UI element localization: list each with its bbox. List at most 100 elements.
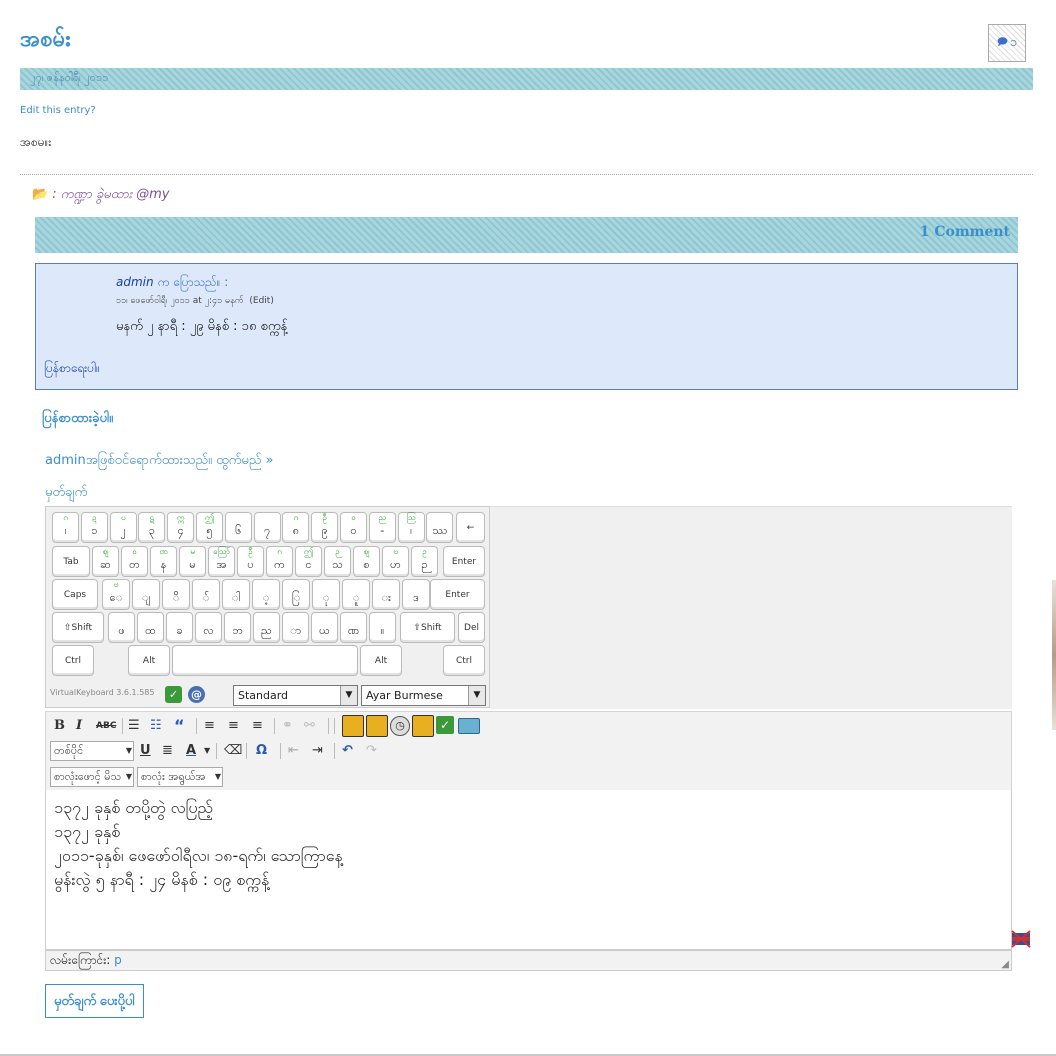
keyboard-key[interactable]: ူ	[342, 579, 370, 610]
keyboard-key[interactable]: ဦ၉	[311, 512, 339, 543]
keyboard-layout-select[interactable]: Standard ▼	[233, 685, 358, 706]
comment-editor[interactable]: ၁၃၇၂ ခုနှစ် တပို့တွဲ လပြည့် ၁၃၇၂ ခုနှစ် …	[45, 790, 1012, 950]
blockquote-icon[interactable]: “	[174, 718, 185, 734]
keyboard-key[interactable]: ထ	[137, 612, 164, 643]
keyboard-key[interactable]: ာ	[282, 612, 309, 643]
checkmark-icon[interactable]: ✓	[436, 716, 454, 734]
keyboard-key[interactable]: ဉသ	[324, 546, 351, 577]
keyboard-key[interactable]: ဒ	[402, 579, 430, 610]
bullet-list-icon[interactable]: ☰	[128, 718, 140, 734]
backspace-key[interactable]: ←	[456, 512, 485, 543]
align-left-icon[interactable]: ≡	[204, 718, 215, 734]
flag-icon[interactable]	[1011, 930, 1031, 948]
comment-author[interactable]: admin	[116, 275, 154, 289]
align-center-icon[interactable]: ≡	[228, 718, 239, 734]
keyboard-key[interactable]: ဝတ	[121, 546, 148, 577]
keyboard-key[interactable]: ဗဟ	[382, 546, 409, 577]
comment-date[interactable]: ၁၁၊ ဖေဖော်ဝါရီ၊ ၂၀၁၁ at ၂:၄၁ မနက်	[116, 296, 244, 306]
keyboard-key[interactable]: ။	[369, 612, 396, 643]
space-key[interactable]	[172, 645, 358, 676]
keyboard-key[interactable]: ဥဉ	[411, 546, 438, 577]
justify-icon[interactable]: ≣	[162, 743, 173, 759]
keyboard-key[interactable]: ု	[312, 579, 340, 610]
shift-key-right[interactable]: ⇧Shift	[400, 612, 455, 643]
tab-key[interactable]: Tab	[52, 546, 90, 577]
keyboard-key[interactable]: ဏ	[340, 612, 367, 643]
edit-entry-link[interactable]: Edit this entry?	[20, 105, 96, 116]
keyboard-key[interactable]: ဈစ	[353, 546, 380, 577]
keyboard-key[interactable]: ်	[192, 579, 220, 610]
comment-count-badge[interactable]: 🗩 ၁	[988, 24, 1026, 62]
outdent-icon[interactable]: ⇤	[288, 743, 299, 759]
format-select[interactable]: တစ်ပိုင် ▼	[50, 741, 134, 761]
keyboard-key[interactable]: ြ	[282, 579, 310, 610]
keyboard-key[interactable]: ဤ၅	[196, 512, 223, 543]
post-title[interactable]: အစမ်း	[20, 24, 71, 57]
clock-icon[interactable]: ◷	[390, 716, 410, 736]
keyboard-key[interactable]: ဘ	[224, 612, 251, 643]
underline-button[interactable]: U	[140, 743, 151, 759]
comment-reply-link[interactable]: ပြန်စာရေးပါ။	[44, 360, 100, 378]
redo-icon[interactable]: ↷	[366, 743, 377, 759]
ctrl-key-right[interactable]: Ctrl	[443, 645, 485, 676]
keyboard-toggle-icon[interactable]	[458, 718, 480, 734]
keyboard-key[interactable]: ဂ၈	[282, 512, 310, 543]
keyboard-key[interactable]: လ	[195, 612, 222, 643]
unlink-icon[interactable]: ⚯	[304, 718, 315, 734]
keyboard-key[interactable]: ဎ၂	[109, 512, 137, 543]
shift-key-left[interactable]: ⇧Shift	[52, 612, 104, 643]
keyboard-key[interactable]: မမ	[179, 546, 206, 577]
comment-edit-link[interactable]: (Edit)	[249, 296, 273, 306]
keyboard-key[interactable]: ဦပ	[237, 546, 264, 577]
keyboard-key[interactable]: ဝ၀	[340, 512, 367, 543]
keyboard-key[interactable]: ည-	[368, 512, 396, 543]
calendar-icon[interactable]	[342, 715, 364, 737]
status-path-element[interactable]: p	[114, 953, 122, 967]
calendar-icon[interactable]	[366, 715, 388, 737]
keyboard-key[interactable]: ဣ၄	[167, 512, 195, 543]
undo-icon[interactable]: ↶	[342, 743, 353, 759]
category-link[interactable]: : ကဏ္ဍာ ခွဲမထား @my	[52, 187, 169, 202]
caps-lock-key[interactable]: Caps Lock	[52, 579, 98, 631]
keyboard-key[interactable]: ဩ၊	[397, 512, 425, 543]
keyboard-key[interactable]: ဍ၁	[80, 512, 108, 543]
enter-key[interactable]: Enter	[430, 579, 485, 610]
keyboard-key[interactable]: ဤင	[295, 546, 322, 577]
keyboard-key[interactable]: း	[372, 579, 400, 610]
eraser-icon[interactable]: ⌫	[224, 743, 242, 759]
calendar-icon[interactable]	[412, 715, 434, 737]
logged-in-status[interactable]: adminအဖြစ်ဝင်ရောက်ထားသည်။ ထွက်မည် »	[45, 452, 273, 471]
font-family-select[interactable]: စာလုံးဖောင့် မိသ ▼	[50, 767, 134, 787]
keyboard-key[interactable]: ခ	[166, 612, 193, 643]
submit-comment-button[interactable]: မှတ်ချက် ပေးပို့ပါ	[45, 984, 144, 1018]
keyboard-key[interactable]: ဗေ	[102, 579, 130, 610]
special-character-icon[interactable]: Ω	[256, 743, 267, 759]
keyboard-key[interactable]: ၆	[224, 512, 252, 543]
keyboard-key[interactable]: ဂက	[266, 546, 293, 577]
keyboard-key[interactable]: ျ	[132, 579, 160, 610]
keyboard-key[interactable]: ါ	[222, 579, 250, 610]
alt-key-left[interactable]: Alt	[128, 645, 170, 676]
strikethrough-button[interactable]: ABC	[96, 718, 116, 734]
chevron-down-icon[interactable]: ▼	[204, 743, 210, 759]
keyboard-key[interactable]: ၇	[253, 512, 281, 543]
keyboard-key[interactable]: ဏန	[150, 546, 177, 577]
keyboard-help-icon[interactable]: @	[188, 686, 205, 703]
keyboard-key[interactable]: ဖ	[108, 612, 135, 643]
keyboard-key[interactable]: ိ	[162, 579, 190, 610]
keyboard-language-select[interactable]: Ayar Burmese ▼	[361, 685, 486, 706]
italic-button[interactable]: I	[76, 718, 82, 734]
link-icon[interactable]: ⚭	[282, 718, 293, 734]
keyboard-key[interactable]: ဪအ	[208, 546, 235, 577]
indent-icon[interactable]: ⇥	[312, 743, 323, 759]
alt-key-right[interactable]: Alt	[360, 645, 402, 676]
font-size-select[interactable]: စာလုံး အရွယ်အ ▼	[137, 767, 223, 787]
numbered-list-icon[interactable]: ☷	[150, 718, 162, 734]
resize-handle-icon[interactable]: ◢	[1001, 959, 1009, 970]
align-right-icon[interactable]: ≡	[252, 718, 263, 734]
keyboard-key[interactable]: ဂ၊	[52, 512, 79, 543]
keyboard-logo-icon[interactable]: ✓	[165, 686, 182, 703]
keyboard-key[interactable]: ဈဆ	[92, 546, 119, 577]
keyboard-key[interactable]: ဿ	[426, 512, 454, 543]
keyboard-key[interactable]: ည	[253, 612, 280, 643]
